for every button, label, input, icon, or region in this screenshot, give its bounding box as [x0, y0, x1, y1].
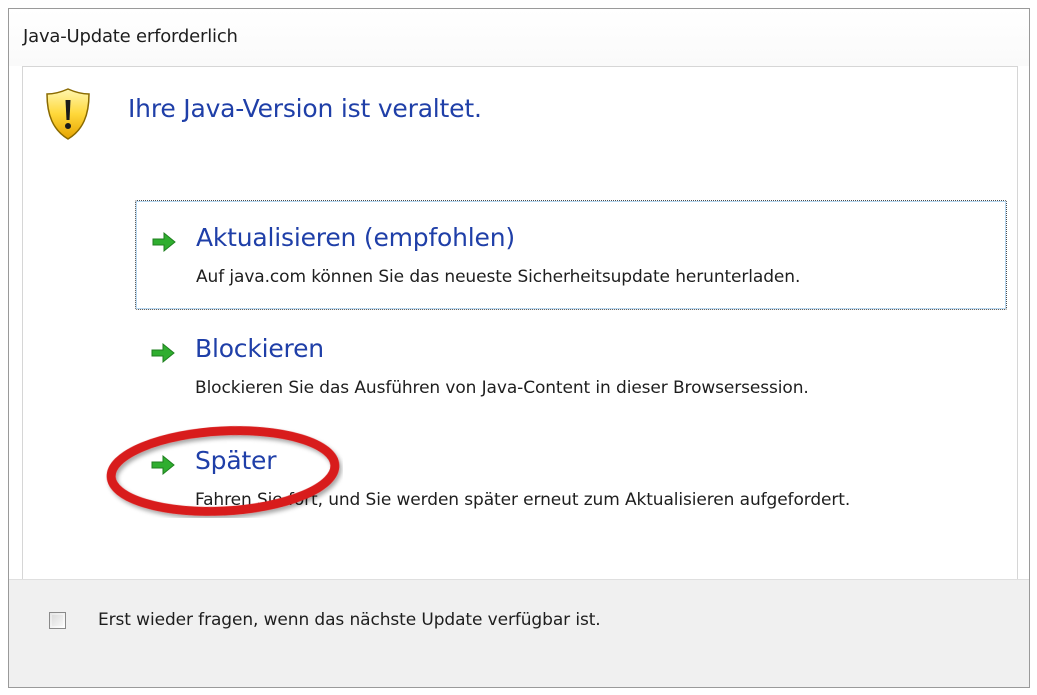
warning-shield-icon — [46, 88, 90, 140]
green-arrow-icon — [152, 231, 176, 253]
java-update-dialog: Java-Update erforderlich Ihre Java-Versi… — [8, 8, 1030, 688]
dialog-heading: Ihre Java-Version ist veraltet. — [128, 94, 482, 123]
green-arrow-icon — [151, 342, 175, 364]
ask-again-label[interactable]: Erst wieder fragen, wenn das nächste Upd… — [98, 604, 618, 636]
green-arrow-icon — [151, 454, 175, 476]
option-update-description: Auf java.com können Sie das neueste Sich… — [196, 267, 801, 287]
option-update-button[interactable]: Aktualisieren (empfohlen) Auf java.com k… — [135, 200, 1007, 310]
dialog-content: Ihre Java-Version ist veraltet. Aktualis… — [22, 66, 1018, 589]
ask-again-checkbox[interactable] — [49, 612, 66, 629]
option-later-button[interactable]: Später Fahren Sie fort, und Sie werden s… — [135, 434, 1007, 564]
title-bar[interactable]: Java-Update erforderlich — [9, 9, 1029, 66]
option-later-title: Später — [195, 446, 277, 475]
option-update-title: Aktualisieren (empfohlen) — [196, 223, 515, 252]
window-title: Java-Update erforderlich — [23, 26, 238, 47]
option-block-title: Blockieren — [195, 334, 324, 363]
dialog-footer: Erst wieder fragen, wenn das nächste Upd… — [9, 579, 1029, 687]
option-later-description: Fahren Sie fort, und Sie werden später e… — [195, 490, 851, 510]
option-block-description: Blockieren Sie das Ausführen von Java-Co… — [195, 378, 809, 398]
option-block-button[interactable]: Blockieren Blockieren Sie das Ausführen … — [135, 322, 1007, 422]
